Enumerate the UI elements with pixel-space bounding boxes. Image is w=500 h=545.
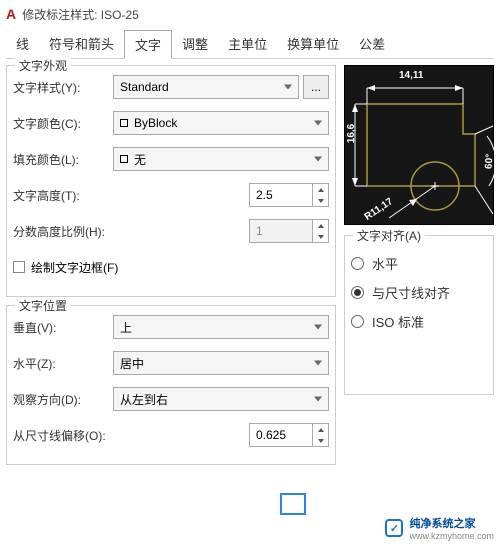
text-style-more-button[interactable]: ... <box>303 75 329 99</box>
align-dimline-radio[interactable] <box>351 286 364 299</box>
tab-symbols[interactable]: 符号和箭头 <box>39 30 124 58</box>
alignment-legend: 文字对齐(A) <box>353 227 425 244</box>
color-swatch-icon <box>120 119 128 127</box>
tab-lines[interactable]: 线 <box>6 30 39 58</box>
text-color-select[interactable]: ByBlock <box>113 111 329 135</box>
group-alignment: 文字对齐(A) 水平 与尺寸线对齐 ISO 标准 <box>344 235 494 395</box>
fraction-scale-spinner: 1 <box>249 219 329 243</box>
align-horizontal-label: 水平 <box>372 254 398 273</box>
spinner-down-icon <box>313 231 328 242</box>
horizontal-label: 水平(Z): <box>13 355 113 372</box>
watermark: ✓ 纯净系统之家 www.kzmyhome.com <box>385 515 494 541</box>
vertical-select[interactable]: 上 <box>113 315 329 339</box>
spinner-down-icon[interactable] <box>313 435 328 446</box>
direction-select[interactable]: 从左到右 <box>113 387 329 411</box>
watermark-icon: ✓ <box>385 519 403 537</box>
align-iso-label: ISO 标准 <box>372 312 424 331</box>
tab-fit[interactable]: 调整 <box>172 30 218 58</box>
spinner-down-icon[interactable] <box>313 195 328 206</box>
tab-alternate[interactable]: 换算单位 <box>277 30 349 58</box>
spinner-up-icon[interactable] <box>313 424 328 435</box>
vertical-label: 垂直(V): <box>13 319 113 336</box>
tab-tolerance[interactable]: 公差 <box>349 30 395 58</box>
titlebar: A 修改标注样式: ISO-25 <box>0 0 500 28</box>
spinner-up-icon <box>313 220 328 231</box>
preview-pane: 14,11 16,6 R11,17 60° <box>344 65 494 225</box>
fill-color-select[interactable]: 无 <box>113 147 329 171</box>
group-placement: 文字位置 垂直(V): 上 水平(Z): 居中 观察方向(D): 从左到右 从尺… <box>6 305 336 465</box>
ok-button[interactable] <box>280 493 306 515</box>
appearance-legend: 文字外观 <box>15 57 71 74</box>
direction-label: 观察方向(D): <box>13 391 113 408</box>
app-icon: A <box>6 6 16 22</box>
window-title: 修改标注样式: ISO-25 <box>22 6 139 23</box>
color-swatch-icon <box>120 155 128 163</box>
tab-text[interactable]: 文字 <box>124 30 172 59</box>
tabs: 线 符号和箭头 文字 调整 主单位 换算单位 公差 <box>6 30 494 59</box>
preview-dim-height: 16,6 <box>346 124 357 143</box>
offset-label: 从尺寸线偏移(O): <box>13 427 143 444</box>
text-height-spinner[interactable]: 2.5 <box>249 183 329 207</box>
text-frame-label: 绘制文字边框(F) <box>31 259 118 276</box>
preview-dim-width: 14,11 <box>399 70 423 81</box>
preview-dim-angle: 60° <box>483 154 495 170</box>
placement-legend: 文字位置 <box>15 297 71 314</box>
fill-color-label: 填充颜色(L): <box>13 151 113 168</box>
align-horizontal-radio[interactable] <box>351 257 364 270</box>
spinner-up-icon[interactable] <box>313 184 328 195</box>
text-style-label: 文字样式(Y): <box>13 79 113 96</box>
watermark-url: www.kzmyhome.com <box>409 531 494 541</box>
text-color-label: 文字颜色(C): <box>13 115 113 132</box>
group-appearance: 文字外观 文字样式(Y): Standard ... 文字颜色(C): ByBl… <box>6 65 336 297</box>
text-frame-checkbox[interactable] <box>13 261 25 273</box>
text-height-label: 文字高度(T): <box>13 187 113 204</box>
watermark-name: 纯净系统之家 <box>409 515 494 531</box>
text-style-select[interactable]: Standard <box>113 75 299 99</box>
horizontal-select[interactable]: 居中 <box>113 351 329 375</box>
fraction-scale-label: 分数高度比例(H): <box>13 223 143 240</box>
align-dimline-label: 与尺寸线对齐 <box>372 283 450 302</box>
align-iso-radio[interactable] <box>351 315 364 328</box>
offset-spinner[interactable]: 0.625 <box>249 423 329 447</box>
tab-primary[interactable]: 主单位 <box>218 30 277 58</box>
